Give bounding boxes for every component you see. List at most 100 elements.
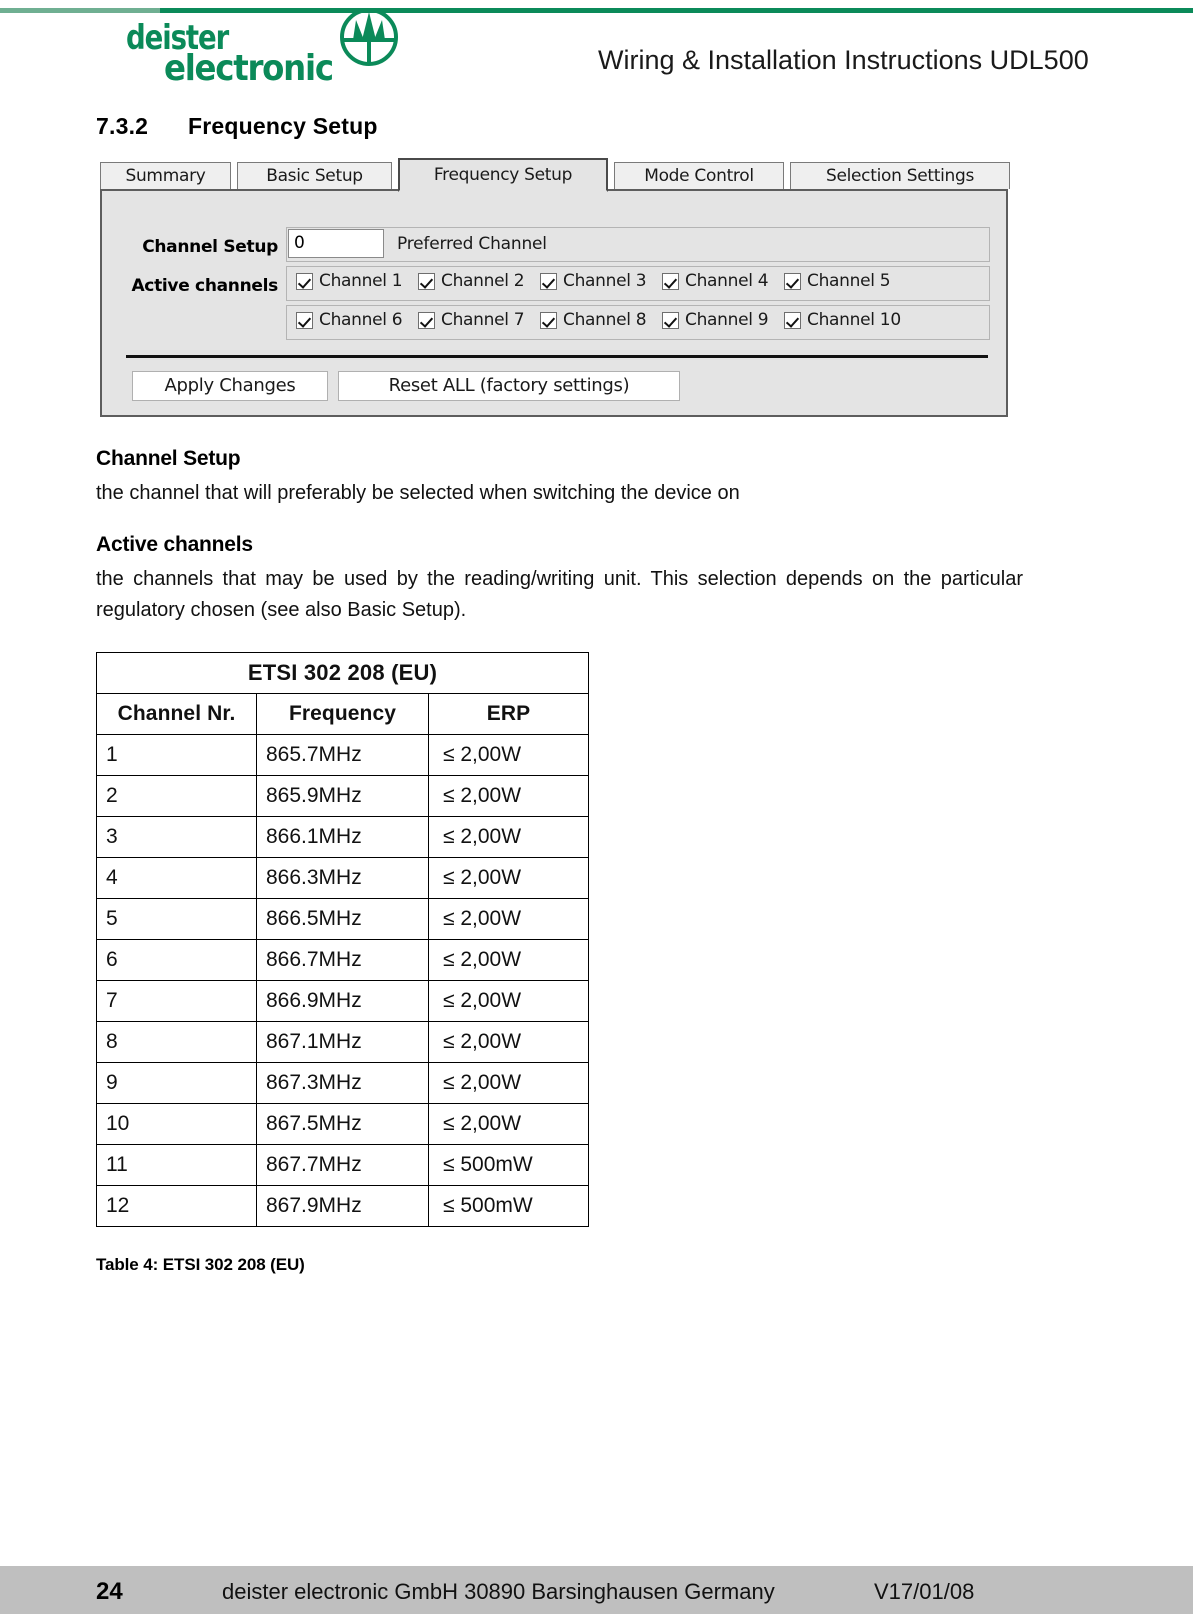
check-icon xyxy=(296,311,313,329)
table-row: 12 867.9MHz ≤ 500mW xyxy=(96,1185,589,1227)
tab-panel-frequency-setup: Channel Setup 0 Preferred Channel Active… xyxy=(100,189,1008,417)
cell-frequency: 865.9MHz xyxy=(256,775,429,817)
checkbox-channel-4-label: Channel 4 xyxy=(685,271,769,291)
cell-erp: ≤ 2,00W xyxy=(428,1062,589,1104)
channel-setup-section: Channel Setup the channel that will pref… xyxy=(96,447,1026,509)
table-row: 10 867.5MHz ≤ 2,00W xyxy=(96,1103,589,1145)
section-heading: 7.3.2 Frequency Setup xyxy=(96,113,378,140)
checkbox-channel-6[interactable]: Channel 6 xyxy=(296,310,403,334)
cell-erp: ≤ 2,00W xyxy=(428,939,589,981)
footer-version: V17/01/08 xyxy=(874,1579,975,1604)
tab-strip: Summary Basic Setup Frequency Setup Mode… xyxy=(100,158,1010,192)
cell-channel: 1 xyxy=(96,734,257,776)
table-row: 3 866.1MHz ≤ 2,00W xyxy=(96,816,589,858)
preferred-channel-static-label: Preferred Channel xyxy=(397,234,547,254)
check-icon xyxy=(662,272,679,290)
etsi-frequency-table: ETSI 302 208 (EU) Channel Nr. Frequency … xyxy=(96,652,589,1227)
checkbox-channel-3-label: Channel 3 xyxy=(563,271,647,291)
cell-channel: 11 xyxy=(96,1144,257,1186)
table-row: 1 865.7MHz ≤ 2,00W xyxy=(96,734,589,776)
tab-mode-control[interactable]: Mode Control xyxy=(614,162,784,189)
column-header-erp: ERP xyxy=(428,693,589,735)
check-icon xyxy=(296,272,313,290)
channel-setup-subheading: Channel Setup xyxy=(96,447,241,470)
footer-company: deister electronic GmbH 30890 Barsinghau… xyxy=(222,1579,775,1604)
cell-erp: ≤ 2,00W xyxy=(428,1021,589,1063)
table-title: ETSI 302 208 (EU) xyxy=(96,652,589,694)
checkbox-channel-3[interactable]: Channel 3 xyxy=(540,271,647,295)
cell-frequency: 867.9MHz xyxy=(256,1185,429,1227)
table-caption: Table 4: ETSI 302 208 (EU) xyxy=(96,1255,305,1274)
table-row: 11 867.7MHz ≤ 500mW xyxy=(96,1144,589,1186)
cell-frequency: 867.1MHz xyxy=(256,1021,429,1063)
preferred-channel-input[interactable]: 0 xyxy=(288,229,384,258)
section-number: 7.3.2 xyxy=(96,113,149,139)
cell-frequency: 866.3MHz xyxy=(256,857,429,899)
table-row: 6 866.7MHz ≤ 2,00W xyxy=(96,939,589,981)
frequency-setup-screenshot: Summary Basic Setup Frequency Setup Mode… xyxy=(95,158,1013,420)
cell-channel: 4 xyxy=(96,857,257,899)
logo-text-electronic: electronic xyxy=(164,48,334,89)
channel-setup-group xyxy=(286,227,990,262)
channel-setup-label: Channel Setup xyxy=(142,237,278,257)
checkbox-channel-8-label: Channel 8 xyxy=(563,310,647,330)
checkbox-channel-9[interactable]: Channel 9 xyxy=(662,310,769,334)
tab-frequency-setup[interactable]: Frequency Setup xyxy=(398,158,608,192)
section-title: Frequency Setup xyxy=(188,113,378,139)
cell-frequency: 866.9MHz xyxy=(256,980,429,1022)
cell-frequency: 867.7MHz xyxy=(256,1144,429,1186)
checkbox-channel-5-label: Channel 5 xyxy=(807,271,891,291)
tab-selection-settings[interactable]: Selection Settings xyxy=(790,162,1010,189)
cell-frequency: 865.7MHz xyxy=(256,734,429,776)
reset-all-button[interactable]: Reset ALL (factory settings) xyxy=(338,371,680,401)
checkbox-channel-7[interactable]: Channel 7 xyxy=(418,310,525,334)
cell-erp: ≤ 500mW xyxy=(428,1185,589,1227)
tab-summary[interactable]: Summary xyxy=(100,162,231,189)
cell-channel: 7 xyxy=(96,980,257,1022)
table-title-row: ETSI 302 208 (EU) xyxy=(96,652,589,694)
tab-basic-setup[interactable]: Basic Setup xyxy=(237,162,392,189)
cell-channel: 2 xyxy=(96,775,257,817)
checkbox-channel-4[interactable]: Channel 4 xyxy=(662,271,769,295)
document-title: Wiring & Installation Instructions UDL50… xyxy=(598,45,1089,75)
table-row: 7 866.9MHz ≤ 2,00W xyxy=(96,980,589,1022)
check-icon xyxy=(540,311,557,329)
table-header-row: Channel Nr. Frequency ERP xyxy=(96,693,589,735)
cell-channel: 3 xyxy=(96,816,257,858)
active-channels-section: Active channels the channels that may be… xyxy=(96,533,1023,626)
cell-erp: ≤ 2,00W xyxy=(428,816,589,858)
cell-erp: ≤ 500mW xyxy=(428,1144,589,1186)
table-row: 5 866.5MHz ≤ 2,00W xyxy=(96,898,589,940)
cell-channel: 9 xyxy=(96,1062,257,1104)
apply-changes-button[interactable]: Apply Changes xyxy=(132,371,328,401)
cell-erp: ≤ 2,00W xyxy=(428,734,589,776)
table-row: 2 865.9MHz ≤ 2,00W xyxy=(96,775,589,817)
deister-logo: deister electronic xyxy=(126,8,398,89)
checkbox-channel-10[interactable]: Channel 10 xyxy=(784,310,901,334)
column-header-frequency: Frequency xyxy=(256,693,429,735)
checkbox-channel-5[interactable]: Channel 5 xyxy=(784,271,891,295)
check-icon xyxy=(540,272,557,290)
cell-erp: ≤ 2,00W xyxy=(428,1103,589,1145)
checkbox-channel-1[interactable]: Channel 1 xyxy=(296,271,403,295)
check-icon xyxy=(784,272,801,290)
cell-frequency: 867.3MHz xyxy=(256,1062,429,1104)
checkbox-channel-2[interactable]: Channel 2 xyxy=(418,271,525,295)
cell-erp: ≤ 2,00W xyxy=(428,857,589,899)
active-channels-subheading: Active channels xyxy=(96,533,253,556)
check-icon xyxy=(418,311,435,329)
checkbox-channel-9-label: Channel 9 xyxy=(685,310,769,330)
cell-frequency: 866.5MHz xyxy=(256,898,429,940)
active-channels-label: Active channels xyxy=(131,276,278,296)
column-header-channel: Channel Nr. xyxy=(96,693,257,735)
checkbox-channel-8[interactable]: Channel 8 xyxy=(540,310,647,334)
active-channels-paragraph: the channels that may be used by the rea… xyxy=(96,568,1023,621)
channel-setup-paragraph: the channel that will preferably be sele… xyxy=(96,482,740,504)
table-row: 4 866.3MHz ≤ 2,00W xyxy=(96,857,589,899)
footer-page-number: 24 xyxy=(96,1578,123,1605)
cell-channel: 12 xyxy=(96,1185,257,1227)
cell-erp: ≤ 2,00W xyxy=(428,775,589,817)
cell-channel: 10 xyxy=(96,1103,257,1145)
cell-erp: ≤ 2,00W xyxy=(428,980,589,1022)
cell-channel: 5 xyxy=(96,898,257,940)
